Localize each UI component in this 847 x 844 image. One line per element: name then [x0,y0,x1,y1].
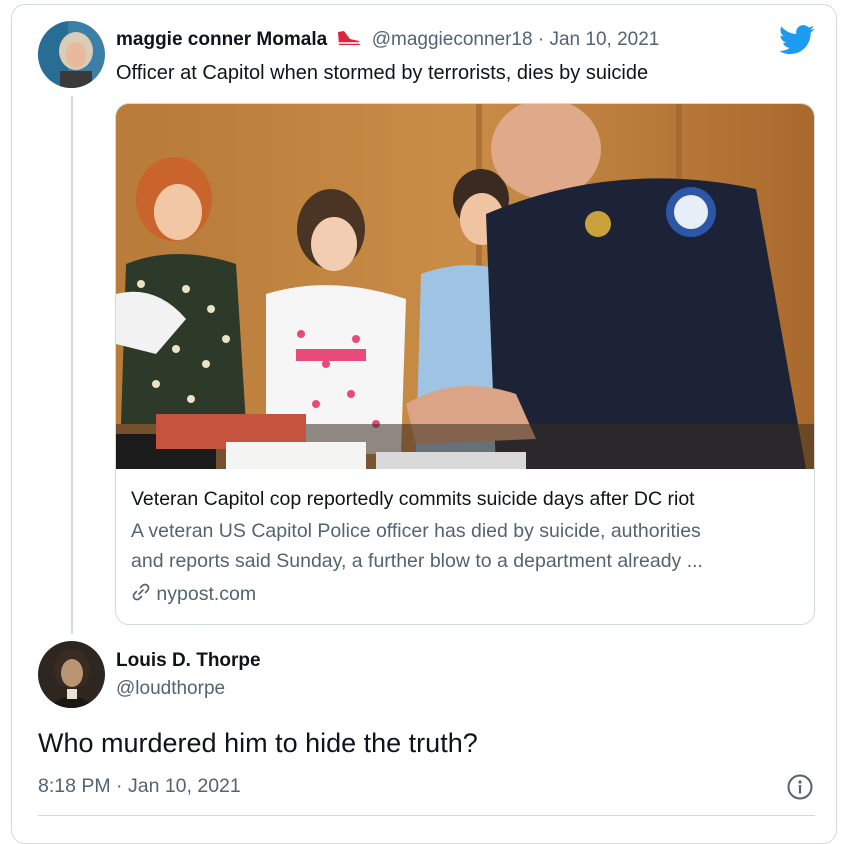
article-photo[interactable] [116,104,814,470]
link-card-title: Veteran Capitol cop reportedly commits s… [131,488,695,510]
reply-author-handle[interactable]: @loudthorpe [116,678,225,700]
link-card-description-line1: A veteran US Capitol Police officer has … [131,520,701,542]
twitter-bird-icon[interactable] [779,25,815,60]
link-domain-text[interactable]: nypost.com [156,583,256,605]
reply-date: Jan 10, 2021 [127,775,241,797]
reply-author-name[interactable]: Louis D. Thorpe [116,650,261,672]
info-icon[interactable] [786,773,814,806]
maggie-avatar-image [38,21,105,88]
bottom-divider [38,815,815,816]
tweet-text: Officer at Capitol when stormed by terro… [116,62,649,84]
maggie-avatar[interactable] [38,21,105,88]
tweet-header: maggie conner Momala @maggieconner18 · J… [116,28,659,54]
thread-line [71,96,73,634]
reply-text: Who murdered him to hide the truth? [38,728,478,758]
photo-illustration [116,104,814,470]
link-card-domain: nypost.com [131,582,256,608]
link-icon [131,582,151,608]
separator: · [537,29,545,50]
author-handle[interactable]: @maggieconner18 [372,29,533,50]
link-preview-card[interactable]: Veteran Capitol cop reportedly commits s… [115,103,815,625]
author-name[interactable]: maggie conner Momala [116,29,327,50]
louis-avatar[interactable] [38,641,105,708]
reply-timestamp[interactable]: 8:18 PM · Jan 10, 2021 [38,775,241,798]
louis-avatar-image [38,641,105,708]
sneaker-icon [336,28,362,54]
reply-separator: · [116,775,123,797]
link-card-description-line2: and reports said Sunday, a further blow … [131,550,703,572]
tweet-date[interactable]: Jan 10, 2021 [549,29,659,50]
reply-time: 8:18 PM [38,775,111,797]
